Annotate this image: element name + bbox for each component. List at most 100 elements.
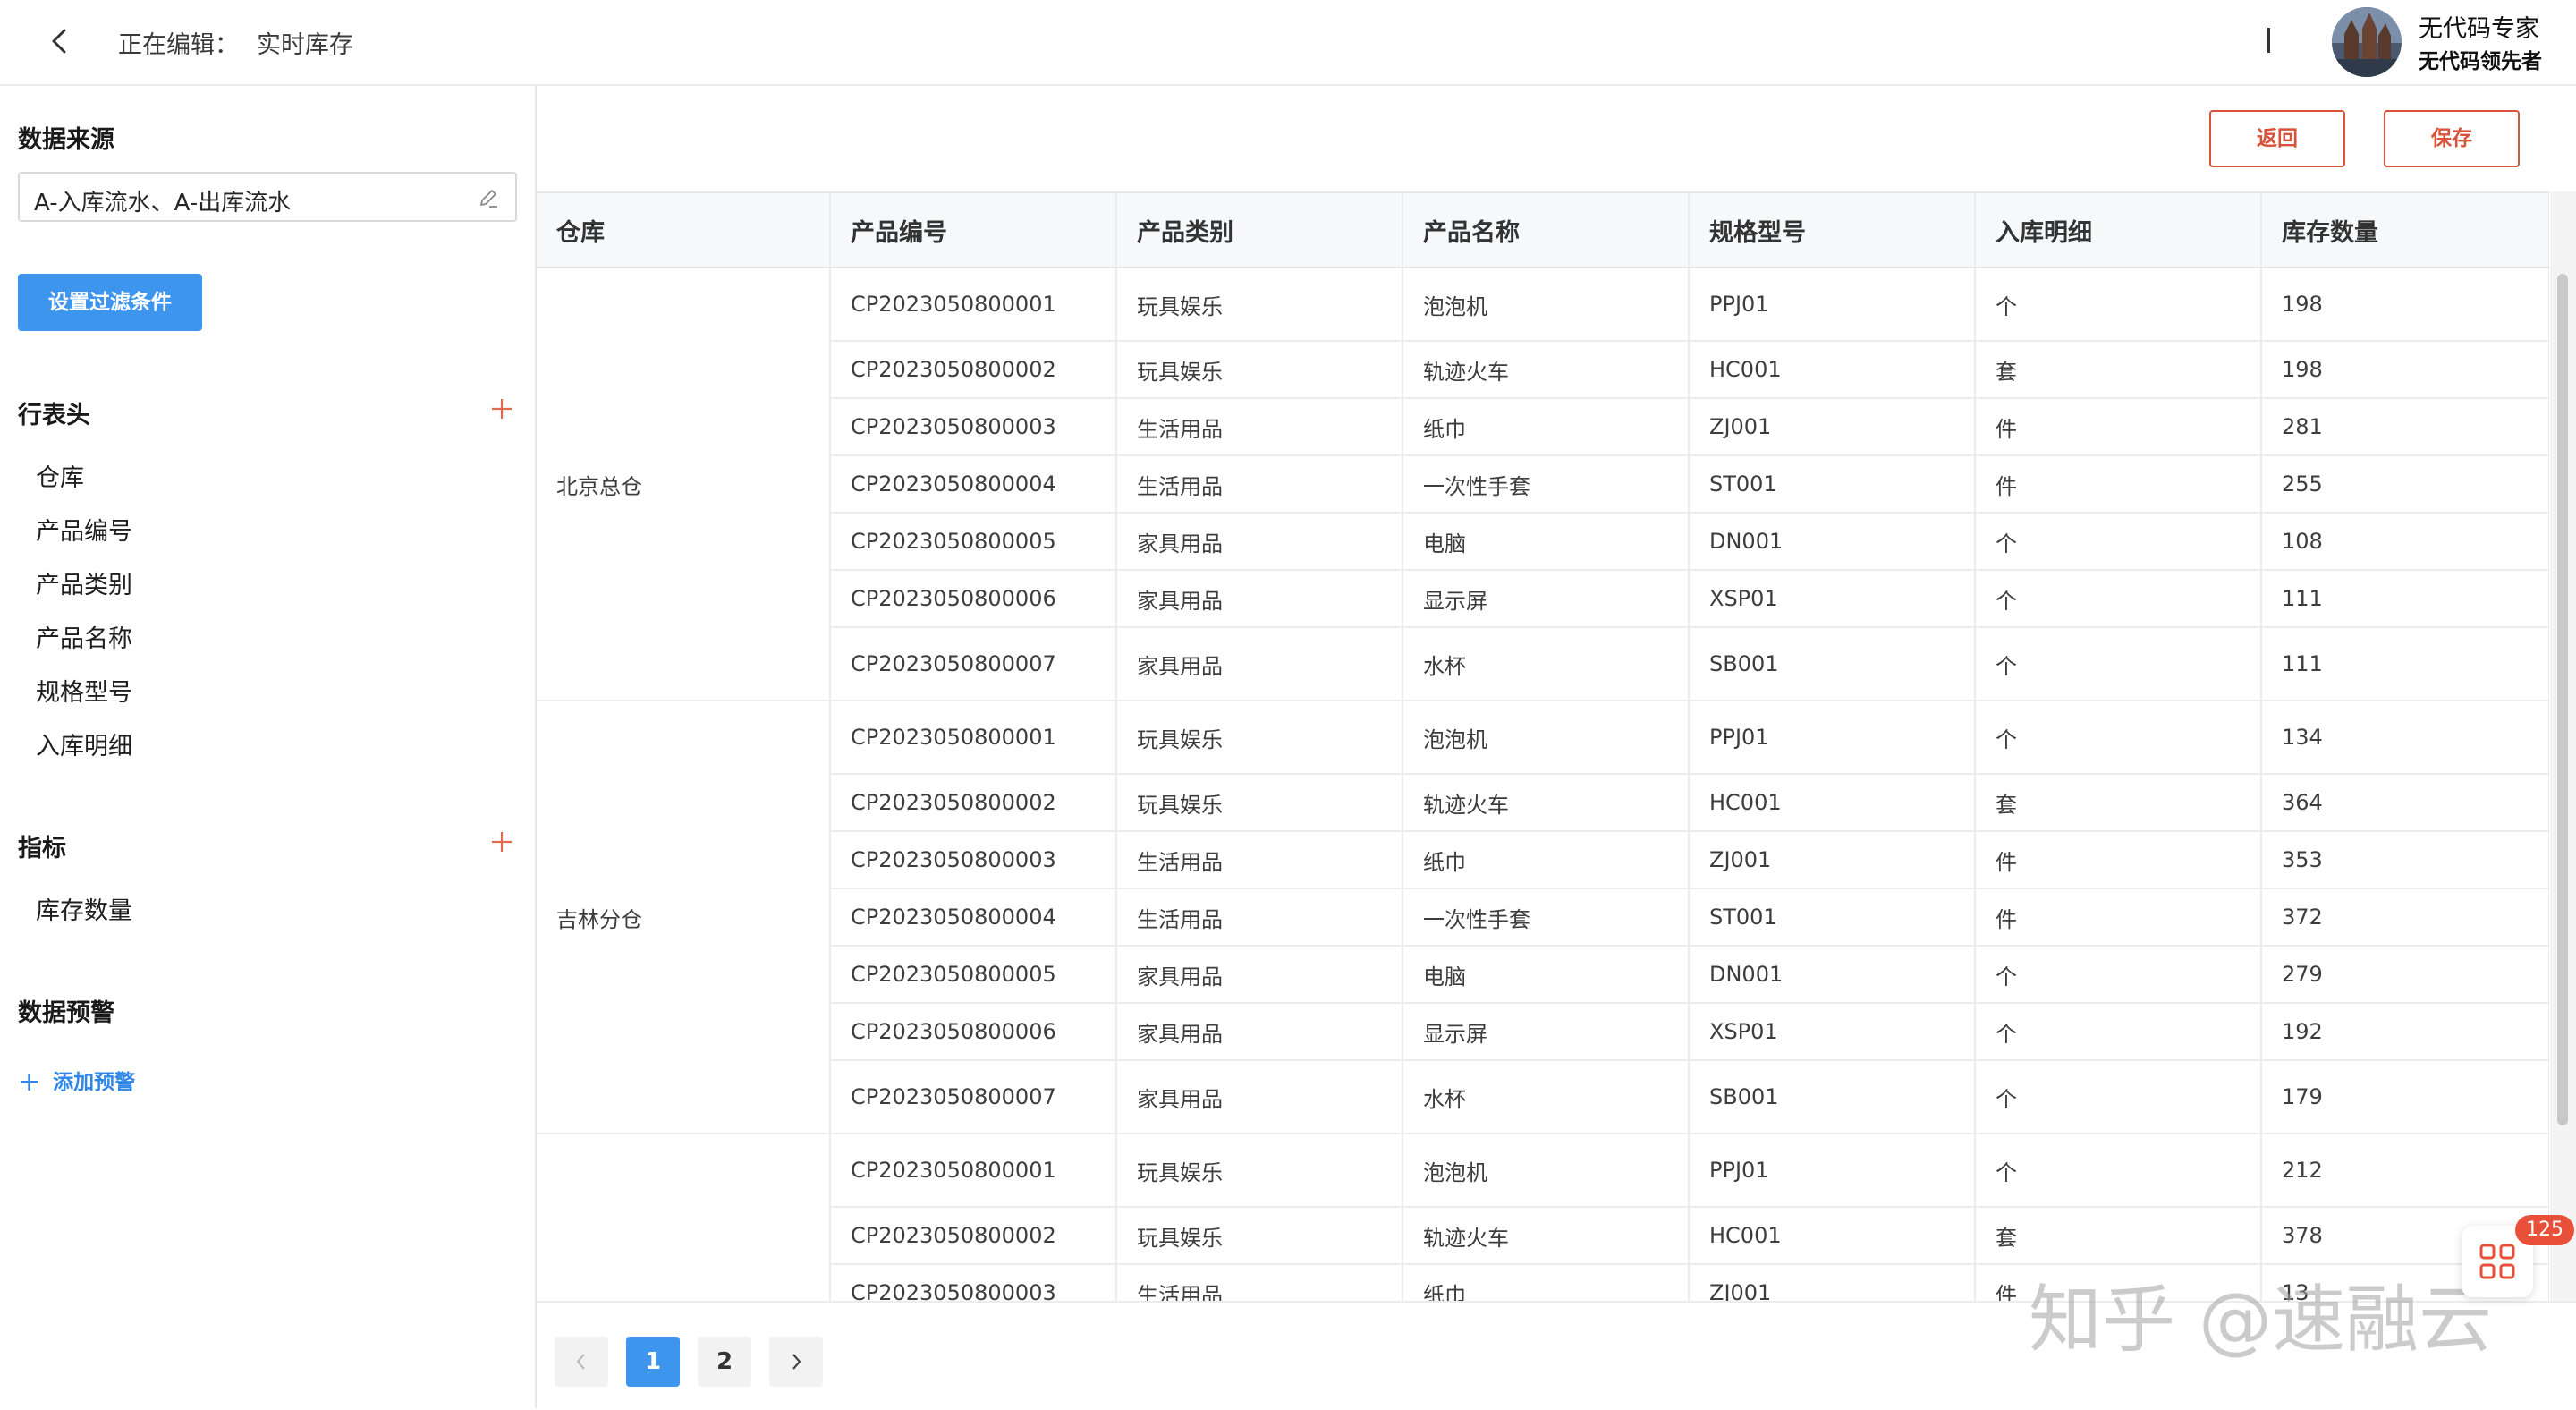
table-cell: 套	[1975, 1207, 2262, 1265]
column-header[interactable]: 产品编号	[830, 193, 1117, 268]
table-cell: 套	[1975, 774, 2262, 832]
table-cell: 玩具娱乐	[1116, 774, 1403, 832]
table-cell: 件	[1975, 888, 2262, 947]
table-cell: DN001	[1689, 513, 1976, 571]
table-cell: 134	[2261, 701, 2549, 775]
table-cell: 轨迹火车	[1402, 1207, 1690, 1265]
column-header[interactable]: 产品名称	[1402, 193, 1690, 268]
table-cell: 玩具娱乐	[1116, 1207, 1403, 1265]
table-row[interactable]: CP2023050800005 家具用品 电脑 DN001 个 108	[537, 513, 2549, 571]
page-button-2[interactable]: 2	[698, 1337, 751, 1387]
data-source-field[interactable]: A-入库流水、A-出库流水	[18, 172, 517, 222]
pivot-table: 仓库 产品编号 产品类别 产品名称 规格型号 入库明细 库存数量 北京总仓 CP2…	[537, 191, 2549, 1303]
table-body: 北京总仓 CP2023050800001 玩具娱乐 泡泡机 PPJ01 个 198 CP202…	[537, 268, 2549, 1303]
table-cell: 192	[2261, 1003, 2549, 1061]
table-row[interactable]: CP2023050800004 生活用品 一次性手套 ST001 件 372	[537, 888, 2549, 947]
table-cell: 轨迹火车	[1402, 341, 1690, 399]
table-cell: 364	[2261, 774, 2549, 832]
row-header-item-product-name[interactable]: 产品名称	[36, 619, 132, 654]
table-cell: 生活用品	[1116, 398, 1403, 456]
column-header[interactable]: 产品类别	[1116, 193, 1403, 268]
table-cell: 家具用品	[1116, 513, 1403, 571]
row-header-item-product-code[interactable]: 产品编号	[36, 512, 132, 547]
row-header-title: 行表头	[18, 402, 90, 429]
table-cell: 玩具娱乐	[1116, 341, 1403, 399]
table-cell: CP2023050800001	[830, 1134, 1117, 1208]
table-cell: ZJ001	[1689, 398, 1976, 456]
table-row[interactable]: CP2023050800002 玩具娱乐 轨迹火车 HC001 套 198	[537, 341, 2549, 399]
table-cell: DN001	[1689, 946, 1976, 1004]
user-name: 无代码专家	[2419, 15, 2539, 43]
table-cell: 件	[1975, 398, 2262, 456]
table-cell: 玩具娱乐	[1116, 701, 1403, 775]
row-header-item-inbound-detail[interactable]: 入库明细	[36, 726, 132, 761]
table-row[interactable]: CP2023050800003 生活用品 纸巾 ZJ001 件 353	[537, 831, 2549, 889]
back-arrow-icon[interactable]	[43, 23, 79, 59]
table-cell: 372	[2261, 888, 2549, 947]
config-sidebar: 数据来源 A-入库流水、A-出库流水 设置过滤条件 行表头 仓库 产品编号 产品…	[0, 86, 537, 1408]
metric-item-stock-qty[interactable]: 库存数量	[36, 891, 132, 926]
plus-icon: +	[18, 1066, 41, 1098]
table-cell: 件	[1975, 455, 2262, 514]
table-row[interactable]: CP2023050800001 玩具娱乐 泡泡机 PPJ01 个 212	[537, 1134, 2549, 1303]
table-cell: SB001	[1689, 1060, 1976, 1134]
edit-pencil-icon[interactable]	[476, 185, 501, 210]
table-cell: CP2023050800007	[830, 627, 1117, 701]
set-filter-button[interactable]: 设置过滤条件	[18, 274, 202, 331]
table-cell: 生活用品	[1116, 455, 1403, 514]
table-cell: ZJ001	[1689, 831, 1976, 889]
table-cell: 198	[2261, 341, 2549, 399]
table-cell: CP2023050800002	[830, 774, 1117, 832]
table-cell: CP2023050800005	[830, 946, 1117, 1004]
table-cell: 108	[2261, 513, 2549, 571]
table-cell: 353	[2261, 831, 2549, 889]
table-row[interactable]: CP2023050800002 玩具娱乐 轨迹火车 HC001 套 378	[537, 1207, 2549, 1265]
table-cell: 显示屏	[1402, 1003, 1690, 1061]
table-cell: HC001	[1689, 1207, 1976, 1265]
watermark: 知乎 @速融云	[2029, 1278, 2493, 1363]
table-cell: 纸巾	[1402, 831, 1690, 889]
column-header[interactable]: 库存数量	[2261, 193, 2549, 268]
column-header[interactable]: 仓库	[537, 193, 831, 268]
next-page-button[interactable]	[769, 1337, 823, 1387]
table-cell: CP2023050800002	[830, 341, 1117, 399]
avatar[interactable]	[2332, 7, 2402, 77]
metric-title: 指标	[18, 835, 66, 862]
table-cell: CP2023050800004	[830, 888, 1117, 947]
table-row[interactable]: CP2023050800007 家具用品 水杯 SB001 个 179	[537, 1060, 2549, 1134]
table-cell: 个	[1975, 513, 2262, 571]
table-row[interactable]: CP2023050800007 家具用品 水杯 SB001 个 111	[537, 627, 2549, 701]
save-button[interactable]: 保存	[2384, 110, 2520, 167]
add-row-header-plus-icon[interactable]	[490, 397, 513, 420]
table-cell: 显示屏	[1402, 570, 1690, 628]
back-button[interactable]: 返回	[2209, 110, 2345, 167]
table-row[interactable]: CP2023050800003 生活用品 纸巾 ZJ001 件 281	[537, 398, 2549, 456]
column-header[interactable]: 规格型号	[1689, 193, 1976, 268]
scrollbar-thumb[interactable]	[2557, 274, 2568, 1125]
table-cell: CP2023050800003	[830, 831, 1117, 889]
table-cell: 泡泡机	[1402, 701, 1690, 775]
table-row[interactable]: CP2023050800002 玩具娱乐 轨迹火车 HC001 套 364	[537, 774, 2549, 832]
table-cell: PPJ01	[1689, 268, 1976, 342]
table-row[interactable]: 吉林分仓 CP2023050800001 玩具娱乐 泡泡机 PPJ01 个 134	[537, 701, 2549, 1134]
row-header-item-spec-model[interactable]: 规格型号	[36, 673, 132, 708]
table-cell: 个	[1975, 701, 2262, 775]
table-cell: CP2023050800004	[830, 455, 1117, 514]
table-cell: 212	[2261, 1134, 2549, 1208]
table-row[interactable]: CP2023050800004 生活用品 一次性手套 ST001 件 255	[537, 455, 2549, 514]
table-cell: 一次性手套	[1402, 888, 1690, 947]
table-row[interactable]: 北京总仓 CP2023050800001 玩具娱乐 泡泡机 PPJ01 个 198	[537, 268, 2549, 701]
row-header-item-product-category[interactable]: 产品类别	[36, 565, 132, 600]
add-alert-link[interactable]: + 添加预警	[18, 1065, 135, 1098]
page-button-1[interactable]: 1	[626, 1337, 680, 1387]
column-header[interactable]: 入库明细	[1975, 193, 2262, 268]
table-cell: CP2023050800005	[830, 513, 1117, 571]
prev-page-button[interactable]	[555, 1337, 608, 1387]
table-cell: ST001	[1689, 455, 1976, 514]
table-row[interactable]: CP2023050800005 家具用品 电脑 DN001 个 279	[537, 946, 2549, 1004]
table-cell: 水杯	[1402, 1060, 1690, 1134]
add-metric-plus-icon[interactable]	[490, 830, 513, 854]
row-header-item-warehouse[interactable]: 仓库	[36, 458, 84, 493]
table-row[interactable]: CP2023050800006 家具用品 显示屏 XSP01 个 192	[537, 1003, 2549, 1061]
table-row[interactable]: CP2023050800006 家具用品 显示屏 XSP01 个 111	[537, 570, 2549, 628]
